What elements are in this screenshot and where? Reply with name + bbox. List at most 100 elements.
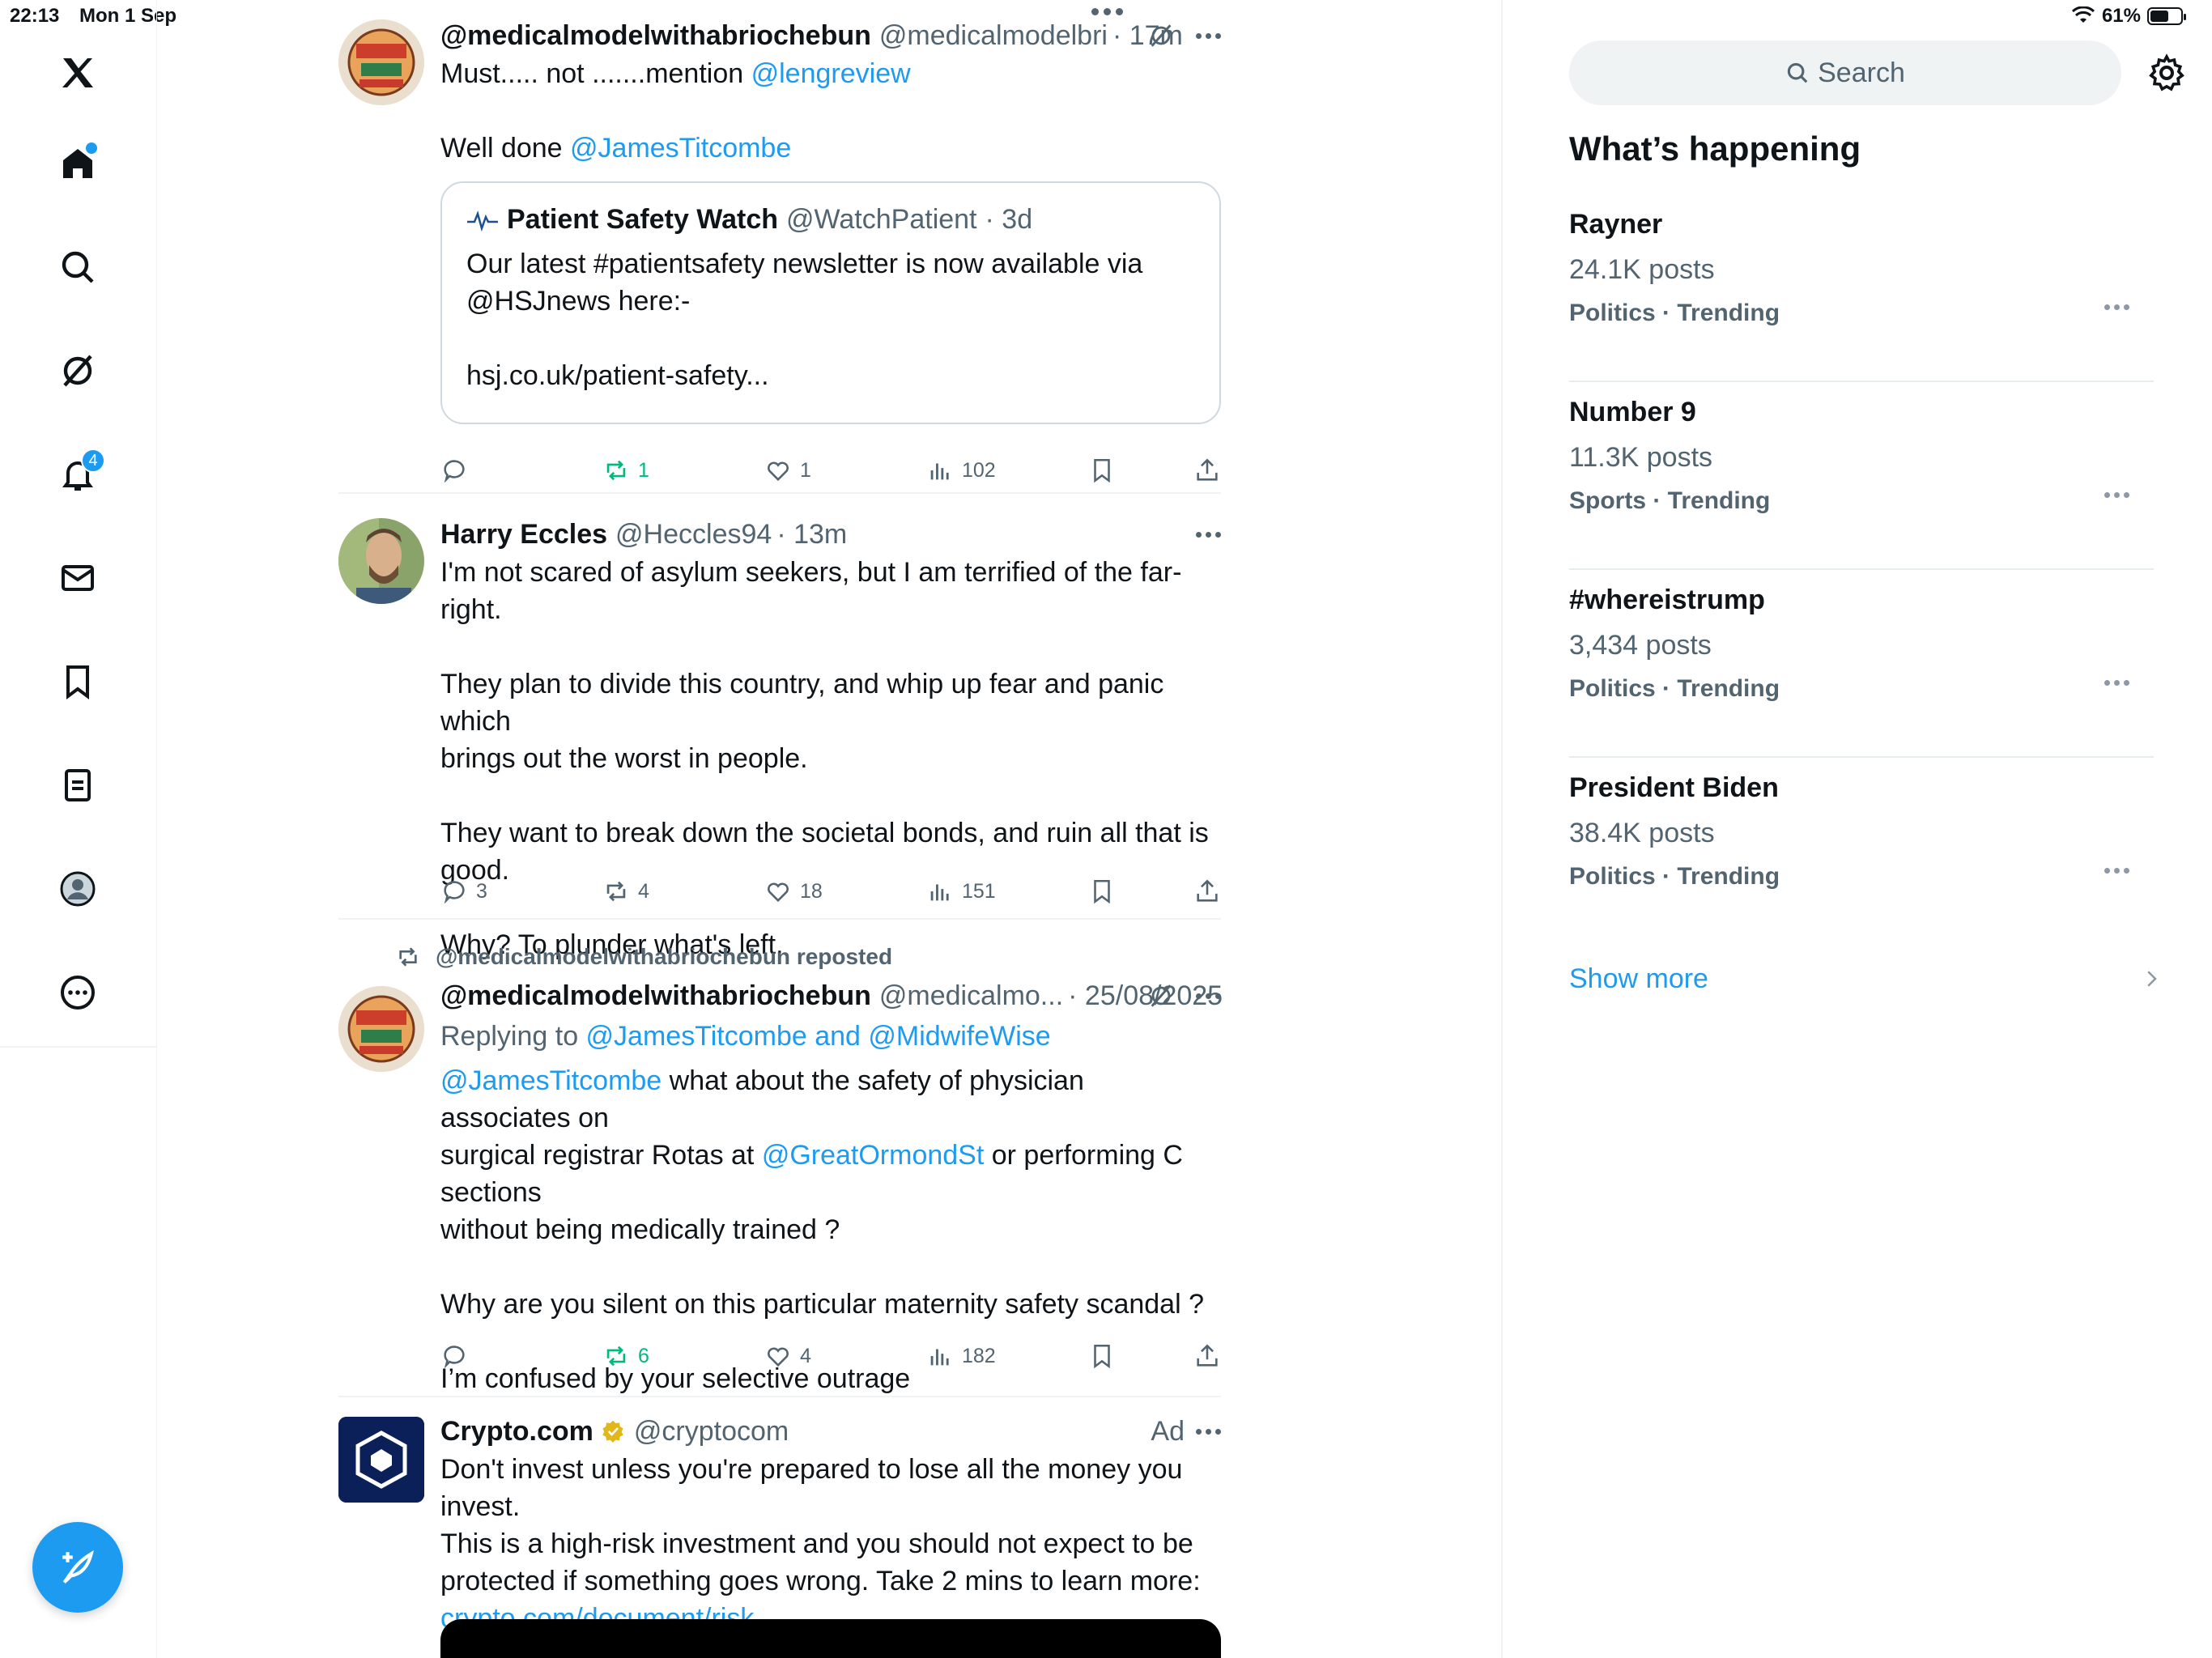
trend-more-icon[interactable] [2104, 680, 2129, 686]
grok-explain-icon[interactable] [1147, 982, 1175, 1010]
repost-count: 1 [638, 458, 649, 482]
views-chart-icon [930, 884, 949, 901]
lists-icon[interactable] [50, 758, 105, 813]
post-text: Don't invest unless you're prepared to l… [440, 1451, 1221, 1637]
replying-to-link[interactable]: @JamesTitcombe and @MidwifeWise [586, 1021, 1051, 1052]
quote-line: @HSJnews here:- [466, 286, 691, 317]
grok-explain-icon[interactable] [1147, 22, 1175, 49]
views-button[interactable]: 151 [926, 871, 996, 912]
post-card[interactable]: @medicalmodelwithabriochebun @medicalmo.… [338, 976, 1223, 1397]
avatar[interactable] [338, 518, 424, 604]
post-more-icon[interactable] [1196, 1428, 1221, 1435]
quote-time[interactable]: · 3d [985, 204, 1033, 236]
trend-item[interactable]: Number 9 11.3K posts Sports · Trending [1569, 382, 2154, 570]
quote-link[interactable]: hsj.co.uk/patient-safety... [466, 357, 1195, 394]
right-sidebar: Search What’s happening Rayner 24.1K pos… [1503, 0, 2212, 1658]
search-field[interactable]: Search [1569, 40, 2121, 105]
mention-link[interactable]: @JamesTitcombe [440, 1065, 661, 1096]
view-count: 102 [962, 458, 996, 482]
bookmark-button[interactable] [1088, 450, 1116, 491]
home-icon[interactable] [50, 136, 105, 191]
bookmark-button[interactable] [1088, 871, 1116, 912]
post-more-icon[interactable] [1196, 531, 1221, 538]
author-handle[interactable]: @cryptocom [634, 1416, 789, 1448]
post-card[interactable]: @medicalmodelwithabriochebun @medicalmod… [338, 16, 1221, 494]
trend-more-icon[interactable] [2104, 304, 2129, 310]
avatar[interactable] [338, 19, 424, 105]
show-more-link[interactable]: Show more [1569, 963, 1708, 995]
quoted-post[interactable]: Patient Safety Watch @WatchPatient · 3d … [440, 181, 1221, 424]
author-name[interactable]: @medicalmodelwithabriochebun [440, 20, 871, 52]
profile-avatar-icon[interactable] [50, 861, 105, 916]
post-header: @medicalmodelwithabriochebun @medicalmod… [440, 16, 1221, 55]
share-button[interactable] [1193, 1336, 1221, 1376]
repost-button[interactable]: 1 [602, 450, 649, 491]
quote-line: Our latest #patientsafety newsletter is … [466, 249, 1143, 279]
post-time[interactable]: · 13m [776, 519, 847, 551]
views-button[interactable]: 102 [926, 450, 996, 491]
ad-label: Ad [1151, 1415, 1185, 1447]
replying-to: Replying to @JamesTitcombe and @MidwifeW… [440, 1015, 1221, 1057]
trend-item[interactable]: President Biden 38.4K posts Politics · T… [1569, 758, 2154, 946]
bookmark-icon [1094, 458, 1110, 483]
settings-gear-icon[interactable] [2147, 53, 2186, 92]
mention-link[interactable]: @JamesTitcombe [570, 133, 791, 164]
heart-icon [768, 461, 789, 482]
avatar[interactable] [338, 986, 424, 1072]
like-button[interactable]: 4 [764, 1336, 811, 1376]
reposted-by-line[interactable]: @medicalmodelwithabriochebun reposted [338, 941, 1221, 973]
post-more-icon[interactable] [1196, 32, 1221, 39]
trend-count: 3,434 posts [1569, 630, 1712, 661]
bookmark-button[interactable] [1088, 1336, 1116, 1376]
ad-media[interactable] [440, 1619, 1221, 1658]
trend-name: Rayner [1569, 209, 1663, 240]
share-button[interactable] [1193, 450, 1221, 491]
more-options-icon[interactable] [50, 965, 105, 1020]
text-line: protected if something goes wrong. Take … [440, 1566, 1201, 1596]
repost-button[interactable]: 4 [602, 871, 649, 912]
post-more-icon[interactable] [1196, 993, 1221, 999]
trend-item[interactable]: Rayner 24.1K posts Politics · Trending [1569, 194, 2154, 382]
search-icon[interactable] [50, 240, 105, 295]
messages-envelope-icon[interactable] [50, 551, 105, 606]
views-chart-icon [930, 1349, 949, 1366]
chevron-right-icon[interactable] [2139, 967, 2163, 991]
author-name[interactable]: Crypto.com [440, 1416, 593, 1448]
author-handle[interactable]: @Heccles94 [615, 519, 772, 551]
reply-button[interactable] [440, 450, 476, 491]
like-button[interactable]: 1 [764, 450, 811, 491]
mention-link[interactable]: @lengreview [751, 58, 911, 89]
x-logo-icon[interactable] [50, 45, 105, 100]
author-handle[interactable]: @medicalmo... [879, 980, 1063, 1012]
post-header: Crypto.com @cryptocom Ad [440, 1412, 1221, 1451]
grok-icon[interactable] [50, 343, 105, 398]
author-handle[interactable]: @medicalmodelbri [879, 20, 1108, 52]
views-button[interactable]: 182 [926, 1336, 996, 1376]
share-icon [1197, 879, 1218, 902]
author-name[interactable]: @medicalmodelwithabriochebun [440, 980, 871, 1012]
avatar[interactable] [338, 1417, 424, 1503]
share-button[interactable] [1193, 871, 1221, 912]
like-button[interactable]: 18 [764, 871, 823, 912]
share-icon [1197, 458, 1218, 481]
quote-author-handle[interactable]: @WatchPatient [786, 204, 976, 236]
trend-item[interactable]: #whereistrump 3,434 posts Politics · Tre… [1569, 570, 2154, 758]
post-card[interactable]: Harry Eccles @Heccles94 · 13m I'm not sc… [338, 515, 1221, 960]
post-divider [338, 492, 1221, 494]
repost-button[interactable]: 6 [602, 1336, 649, 1376]
reply-button[interactable]: 3 [440, 871, 487, 912]
reposted-by-text: @medicalmodelwithabriochebun reposted [436, 944, 893, 969]
quote-header: Patient Safety Watch @WatchPatient · 3d [466, 204, 1195, 236]
bookmarks-icon[interactable] [50, 654, 105, 709]
reply-button[interactable] [440, 1336, 476, 1376]
author-name[interactable]: Harry Eccles [440, 519, 607, 551]
trend-more-icon[interactable] [2104, 492, 2129, 498]
post-actions: 6 4 182 [440, 1336, 1221, 1376]
ad-post-card[interactable]: Crypto.com @cryptocom Ad Don't invest un… [338, 1412, 1221, 1658]
quote-author-name[interactable]: Patient Safety Watch [507, 204, 778, 236]
crypto-com-logo [338, 1417, 424, 1503]
trend-more-icon[interactable] [2104, 868, 2129, 874]
compose-post-button[interactable] [32, 1522, 123, 1613]
notifications-bell-icon[interactable]: 4 [50, 447, 105, 502]
mention-link[interactable]: @GreatOrmondSt [762, 1140, 985, 1171]
